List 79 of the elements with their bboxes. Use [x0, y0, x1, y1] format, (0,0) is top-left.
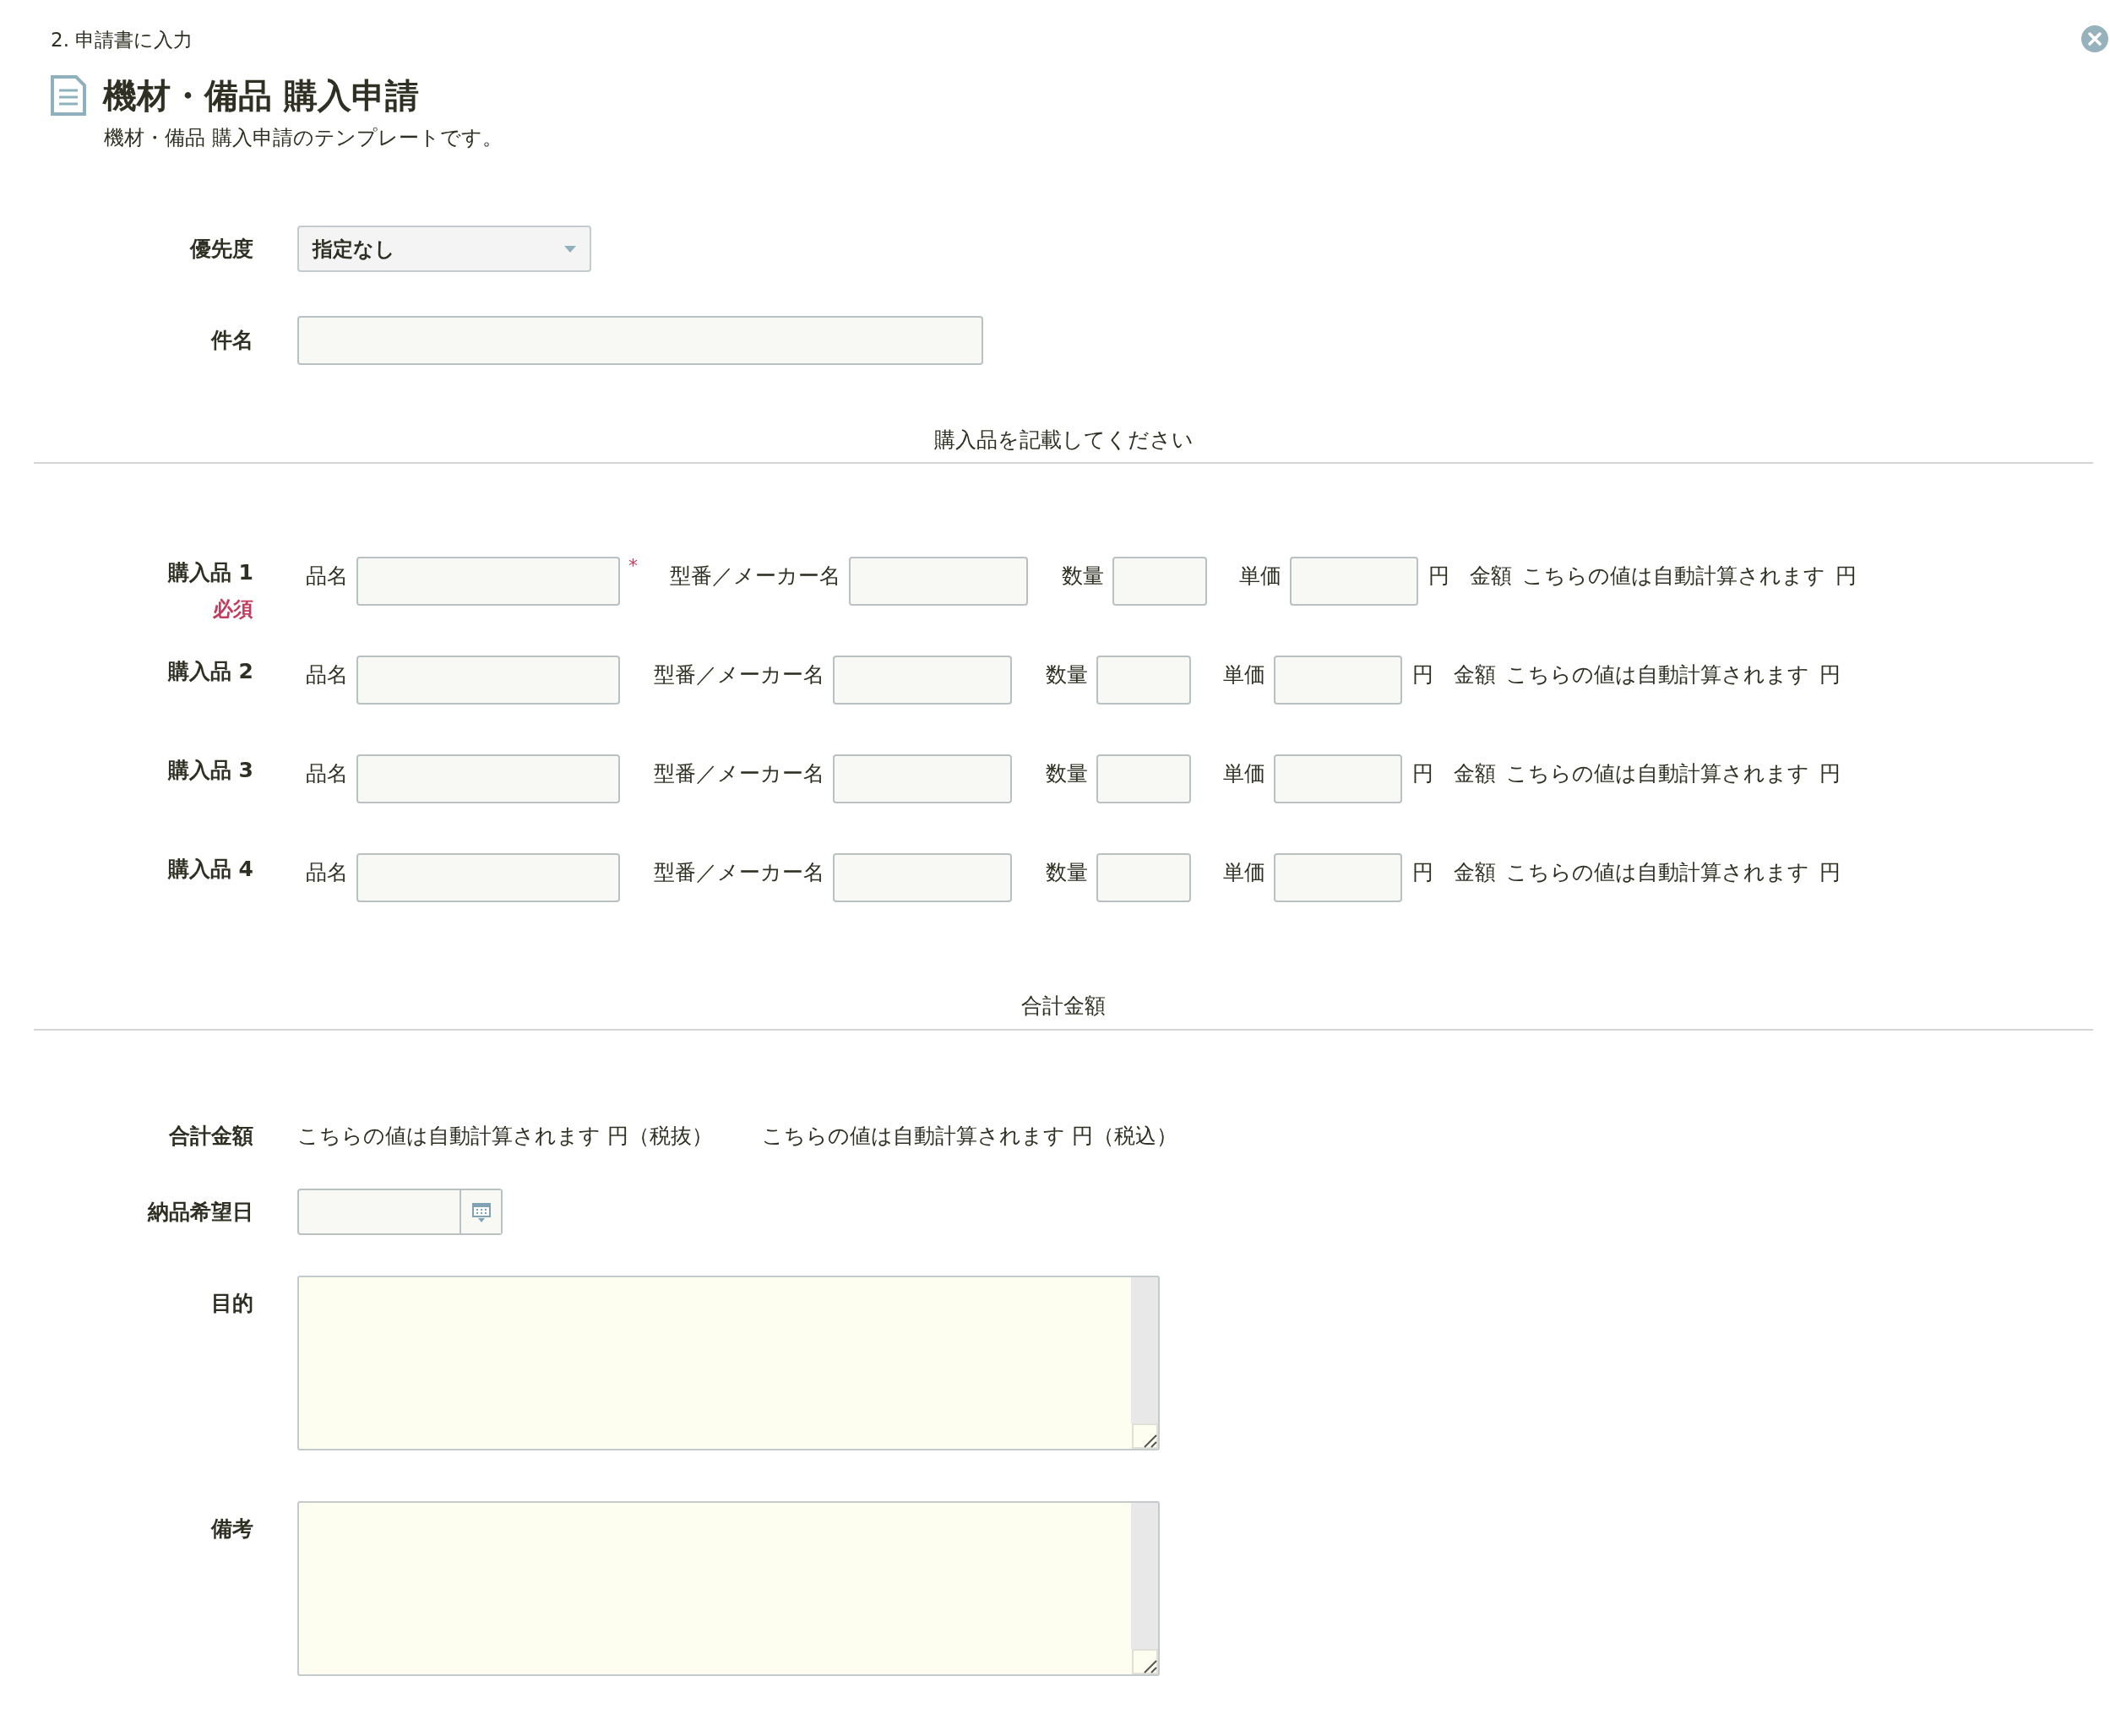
column-label: 数量 — [1046, 661, 1088, 688]
currency-unit: 円 — [1412, 760, 1433, 787]
section-heading: 購入品を記載してください — [933, 427, 1194, 452]
calendar-icon — [471, 1201, 491, 1222]
column-label: 品名 — [306, 661, 348, 688]
field-label: 納品希望日 — [148, 1198, 253, 1226]
price-input[interactable] — [1290, 557, 1418, 606]
price-input[interactable] — [1274, 853, 1402, 902]
quantity-input[interactable] — [1112, 557, 1207, 606]
column-label: 型番／メーカー名 — [654, 661, 824, 688]
breadcrumb: 2. 申請書に入力 — [51, 29, 193, 51]
computed-amount: こちらの値は自動計算されます — [1506, 859, 1809, 886]
column-label: 単価 — [1223, 859, 1265, 886]
caret-icon — [564, 245, 576, 253]
amount-label: 金額 — [1470, 563, 1512, 590]
priority-select[interactable]: 指定なし — [297, 226, 591, 272]
amount-label: 金額 — [1454, 859, 1496, 886]
required-label: 必須 — [213, 596, 253, 623]
document-icon — [51, 74, 86, 116]
price-input[interactable] — [1274, 754, 1402, 803]
currency-unit: 円 — [1428, 563, 1449, 590]
resize-grip-icon[interactable] — [1131, 1423, 1158, 1449]
price-input[interactable] — [1274, 656, 1402, 705]
item-name-input[interactable] — [356, 853, 620, 902]
quantity-input[interactable] — [1096, 656, 1191, 705]
model-input[interactable] — [849, 557, 1028, 606]
computed-amount: こちらの値は自動計算されます — [1506, 760, 1809, 787]
column-label: 品名 — [306, 859, 348, 886]
currency-unit: 円 — [1819, 760, 1841, 787]
resize-grip-icon[interactable] — [1131, 1648, 1158, 1674]
required-mark: * — [628, 557, 638, 575]
model-input[interactable] — [833, 853, 1012, 902]
item-name-input[interactable] — [356, 754, 620, 803]
computed-amount: こちらの値は自動計算されます — [1522, 563, 1825, 590]
field-label: 目的 — [211, 1289, 253, 1317]
form-title: 機材・備品 購入申請 — [103, 74, 419, 117]
column-label: 単価 — [1239, 563, 1281, 590]
currency-unit: 円 — [1819, 859, 1841, 886]
amount-label: 金額 — [1454, 661, 1496, 688]
textarea-field[interactable] — [297, 1275, 1160, 1450]
date-field[interactable] — [297, 1189, 503, 1235]
currency-unit: 円 — [1819, 661, 1841, 688]
field-label: 購入品 4 — [167, 856, 253, 883]
field-label: 件名 — [211, 326, 253, 354]
column-label: 型番／メーカー名 — [654, 760, 824, 787]
column-label: 数量 — [1046, 859, 1088, 886]
column-label: 型番／メーカー名 — [654, 859, 824, 886]
model-input[interactable] — [833, 656, 1012, 705]
currency-unit: 円 — [1835, 563, 1857, 590]
item-name-input[interactable] — [356, 557, 620, 606]
currency-unit: 円 — [1412, 661, 1433, 688]
computed-value: こちらの値は自動計算されます 円（税込） — [761, 1122, 1177, 1150]
calendar-button[interactable] — [460, 1190, 501, 1233]
field-label: 合計金額 — [169, 1122, 253, 1150]
item-name-input[interactable] — [356, 656, 620, 705]
column-label: 数量 — [1046, 760, 1088, 787]
column-label: 品名 — [306, 760, 348, 787]
form-description: 機材・備品 購入申請のテンプレートです。 — [104, 125, 503, 150]
close-icon[interactable] — [2081, 25, 2108, 52]
column-label: 数量 — [1062, 563, 1104, 590]
column-label: 単価 — [1223, 760, 1265, 787]
quantity-input[interactable] — [1096, 853, 1191, 902]
column-label: 型番／メーカー名 — [670, 563, 840, 590]
field-label: 購入品 1 — [167, 559, 253, 586]
column-label: 品名 — [306, 563, 348, 590]
column-label: 単価 — [1223, 661, 1265, 688]
section-heading: 合計金額 — [1021, 993, 1106, 1018]
computed-value: こちらの値は自動計算されます 円（税抜） — [297, 1122, 713, 1150]
field-label: 備考 — [211, 1515, 253, 1543]
currency-unit: 円 — [1412, 859, 1433, 886]
textarea-field[interactable] — [297, 1500, 1160, 1676]
field-label: 購入品 2 — [167, 658, 253, 685]
amount-label: 金額 — [1454, 760, 1496, 787]
subject-input[interactable] — [297, 315, 983, 365]
field-label: 購入品 3 — [167, 757, 253, 784]
quantity-input[interactable] — [1096, 754, 1191, 803]
model-input[interactable] — [833, 754, 1012, 803]
field-label: 優先度 — [190, 235, 253, 263]
computed-amount: こちらの値は自動計算されます — [1506, 661, 1809, 688]
